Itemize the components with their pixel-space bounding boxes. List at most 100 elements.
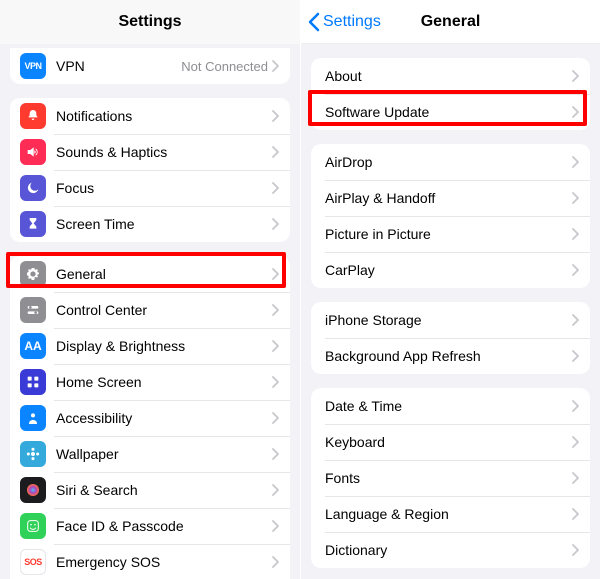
chevron-right-icon [272, 520, 280, 532]
row-wallpaper[interactable]: Wallpaper [10, 436, 290, 472]
settings-header: Settings [0, 0, 300, 44]
row-vpn[interactable]: VPN VPN Not Connected [10, 48, 290, 84]
flower-icon [20, 441, 46, 467]
row-emergency-sos[interactable]: SOS Emergency SOS [10, 544, 290, 579]
general-body: About Software Update AirDrop AirPlay & Ha… [301, 58, 600, 578]
grid-icon [20, 369, 46, 395]
chevron-right-icon [572, 314, 580, 326]
row-label: Wallpaper [56, 446, 272, 462]
row-software-update[interactable]: Software Update [311, 94, 590, 130]
row-language-region[interactable]: Language & Region [311, 496, 590, 532]
chevron-right-icon [272, 218, 280, 230]
row-label: AirPlay & Handoff [325, 190, 572, 206]
row-accessibility[interactable]: Accessibility [10, 400, 290, 436]
chevron-right-icon [272, 340, 280, 352]
general-group-3: iPhone Storage Background App Refresh [311, 302, 590, 374]
row-screen-time[interactable]: Screen Time [10, 206, 290, 242]
face-icon [20, 513, 46, 539]
general-group-2: AirDrop AirPlay & Handoff Picture in Pictu… [311, 144, 590, 288]
chevron-right-icon [272, 304, 280, 316]
general-title: General [421, 13, 481, 31]
row-label: Picture in Picture [325, 226, 572, 242]
chevron-right-icon [572, 436, 580, 448]
row-picture-in-picture[interactable]: Picture in Picture [311, 216, 590, 252]
row-label: iPhone Storage [325, 312, 572, 328]
chevron-right-icon [272, 556, 280, 568]
row-label: Keyboard [325, 434, 572, 450]
speaker-icon [20, 139, 46, 165]
row-home-screen[interactable]: Home Screen [10, 364, 290, 400]
sos-icon: SOS [20, 549, 46, 575]
row-about[interactable]: About [311, 58, 590, 94]
row-iphone-storage[interactable]: iPhone Storage [311, 302, 590, 338]
vpn-icon: VPN [20, 53, 46, 79]
chevron-right-icon [272, 268, 280, 280]
chevron-right-icon [572, 106, 580, 118]
general-header: Settings General [301, 0, 600, 44]
chevron-right-icon [272, 60, 280, 72]
row-airdrop[interactable]: AirDrop [311, 144, 590, 180]
chevron-right-icon [272, 448, 280, 460]
vpn-group: VPN VPN Not Connected [10, 48, 290, 84]
row-label: Focus [56, 180, 272, 196]
row-display-brightness[interactable]: AA Display & Brightness [10, 328, 290, 364]
chevron-right-icon [572, 192, 580, 204]
settings-pane: Settings VPN VPN Not Connected Notificat… [0, 0, 300, 579]
row-dictionary[interactable]: Dictionary [311, 532, 590, 568]
chevron-right-icon [272, 146, 280, 158]
general-pane: Settings General About Software Update Ai… [300, 0, 600, 579]
row-label: Software Update [325, 104, 572, 120]
row-label: General [56, 266, 272, 282]
row-carplay[interactable]: CarPlay [311, 252, 590, 288]
row-label: Siri & Search [56, 482, 272, 498]
row-label: Sounds & Haptics [56, 144, 272, 160]
chevron-right-icon [572, 508, 580, 520]
row-label: CarPlay [325, 262, 572, 278]
row-face-id-passcode[interactable]: Face ID & Passcode [10, 508, 290, 544]
bell-icon [20, 103, 46, 129]
chevron-right-icon [272, 110, 280, 122]
row-label: Dictionary [325, 542, 572, 558]
settings-body: VPN VPN Not Connected Notifications Sound… [0, 48, 300, 579]
vpn-status: Not Connected [181, 59, 268, 74]
chevron-right-icon [572, 228, 580, 240]
row-fonts[interactable]: Fonts [311, 460, 590, 496]
row-siri-search[interactable]: Siri & Search [10, 472, 290, 508]
row-label: About [325, 68, 572, 84]
row-label: Language & Region [325, 506, 572, 522]
row-keyboard[interactable]: Keyboard [311, 424, 590, 460]
general-group-1: About Software Update [311, 58, 590, 130]
settings-group-2: General Control Center AA Display & Brightn… [10, 256, 290, 579]
hourglass-icon [20, 211, 46, 237]
general-group-4: Date & Time Keyboard Fonts Language & Regio… [311, 388, 590, 568]
row-label: Date & Time [325, 398, 572, 414]
row-label: Background App Refresh [325, 348, 572, 364]
chevron-right-icon [272, 182, 280, 194]
chevron-right-icon [272, 376, 280, 388]
row-general[interactable]: General [10, 256, 290, 292]
row-label: Display & Brightness [56, 338, 272, 354]
row-label: AirDrop [325, 154, 572, 170]
row-label: Screen Time [56, 216, 272, 232]
aa-icon: AA [20, 333, 46, 359]
chevron-right-icon [572, 350, 580, 362]
row-label: Emergency SOS [56, 554, 272, 570]
chevron-right-icon [572, 264, 580, 276]
chevron-right-icon [572, 156, 580, 168]
chevron-right-icon [272, 412, 280, 424]
row-focus[interactable]: Focus [10, 170, 290, 206]
vpn-label: VPN [56, 58, 181, 74]
row-background-app-refresh[interactable]: Background App Refresh [311, 338, 590, 374]
row-label: Face ID & Passcode [56, 518, 272, 534]
row-label: Accessibility [56, 410, 272, 426]
back-button[interactable]: Settings [307, 0, 381, 44]
row-label: Notifications [56, 108, 272, 124]
row-airplay-handoff[interactable]: AirPlay & Handoff [311, 180, 590, 216]
row-date-time[interactable]: Date & Time [311, 388, 590, 424]
row-notifications[interactable]: Notifications [10, 98, 290, 134]
moon-icon [20, 175, 46, 201]
chevron-right-icon [572, 544, 580, 556]
row-control-center[interactable]: Control Center [10, 292, 290, 328]
row-sounds-haptics[interactable]: Sounds & Haptics [10, 134, 290, 170]
person-icon [20, 405, 46, 431]
